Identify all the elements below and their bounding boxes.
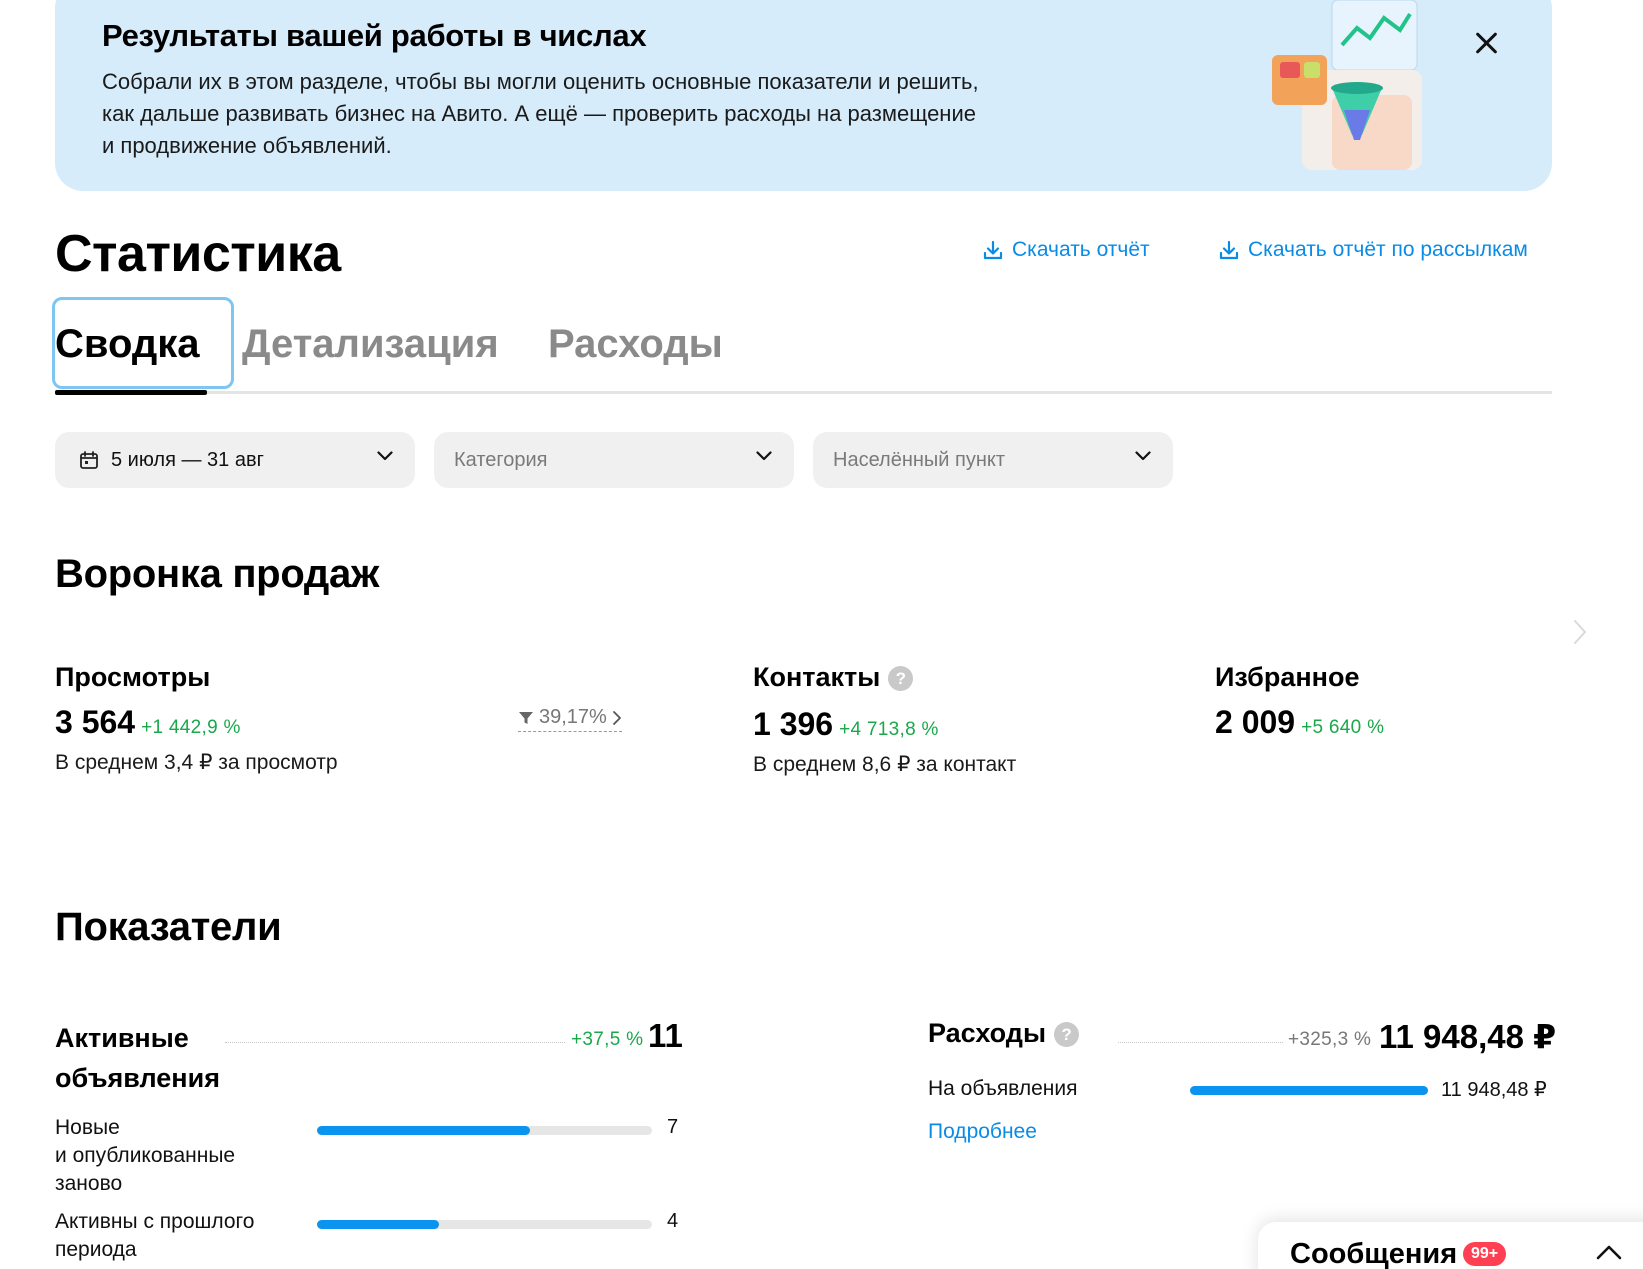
bar-label-line: Активны с прошлого (55, 1210, 255, 1233)
download-icon (983, 240, 1003, 260)
city-placeholder: Населённый пункт (833, 449, 1006, 471)
stats-tabs: Сводка Детализация Расходы (52, 297, 1552, 395)
period-value: 5 июля — 31 авг (111, 449, 264, 471)
bar-label-line: периода (55, 1238, 137, 1261)
banner-text: Собрали их в этом разделе, чтобы вы могл… (102, 66, 1082, 162)
favorites-title: Избранное (1215, 662, 1360, 692)
contacts-value: 1 396 (753, 706, 834, 742)
chevron-right-icon[interactable] (1572, 618, 1588, 646)
tabs-divider (55, 391, 1552, 394)
filter-icon (519, 711, 533, 724)
active-tab-indicator (55, 390, 207, 395)
chevron-down-icon (756, 451, 772, 461)
active-ads-title-line: объявления (55, 1063, 220, 1093)
banner-text-line: Собрали их в этом разделе, чтобы вы могл… (102, 69, 979, 94)
unread-badge: 99+ (1463, 1242, 1507, 1266)
ads-expenses-label: На объявления (928, 1077, 1078, 1100)
funnel-title: Воронка продаж (55, 552, 380, 596)
ads-expenses-value: 11 948,48 ₽ (1441, 1079, 1547, 1101)
expenses-value: 11 948,48 ₽ (1379, 1018, 1557, 1055)
expenses-title: Расходы (928, 1018, 1047, 1048)
contacts-delta: +4 713,8 % (839, 719, 939, 740)
dotted-leader (225, 1042, 565, 1043)
carried-ads-bar (317, 1220, 652, 1229)
active-ads-delta: +37,5 % (571, 1029, 644, 1050)
download-report-label: Скачать отчёт (1012, 238, 1150, 261)
chevron-up-icon[interactable] (1596, 1244, 1622, 1260)
help-icon[interactable]: ? (1054, 1022, 1080, 1048)
carried-ads-label: Активны с прошлого периода (55, 1208, 254, 1264)
expenses-title-row: Расходы? (928, 1018, 1080, 1049)
page-title: Статистика (55, 225, 341, 283)
views-value-row: 3 564 +1 442,9 % (55, 704, 241, 741)
new-ads-bar-fill (317, 1126, 531, 1135)
messages-title: Сообщения (1290, 1238, 1458, 1269)
chevron-down-icon (1135, 451, 1151, 461)
metrics-title: Показатели (55, 905, 282, 949)
contacts-average: В среднем 8,6 ₽ за контакт (753, 753, 1017, 776)
tab-expenses[interactable]: Расходы (548, 322, 723, 367)
chevron-right-icon (612, 710, 621, 725)
download-mailing-report-label: Скачать отчёт по рассылкам (1248, 238, 1528, 261)
city-select[interactable]: Населённый пункт (813, 432, 1173, 488)
views-value: 3 564 (55, 704, 136, 740)
contacts-value-row: 1 396 +4 713,8 % (753, 706, 939, 743)
new-ads-label: Новые и опубликованные заново (55, 1114, 235, 1198)
calendar-icon (80, 451, 98, 469)
active-ads-title-line: Активные (55, 1023, 189, 1053)
carried-ads-value: 4 (667, 1210, 679, 1232)
carried-ads-bar-fill (317, 1220, 439, 1229)
active-ads-value: 11 (648, 1017, 683, 1054)
tab-summary[interactable]: Сводка (55, 322, 200, 367)
bar-label-line: Новые (55, 1116, 120, 1139)
expenses-delta: +325,3 % (1288, 1029, 1372, 1050)
download-report-link[interactable]: Скачать отчёт (982, 238, 1150, 262)
banner-text-line: и продвижение объявлений. (102, 133, 392, 158)
banner-title: Результаты вашей работы в числах (102, 18, 647, 53)
contacts-title: Контакты (753, 662, 881, 692)
views-title: Просмотры (55, 662, 211, 692)
download-icon (1219, 240, 1239, 260)
category-placeholder: Категория (454, 449, 548, 471)
views-conversion[interactable]: 39,17% (518, 706, 622, 732)
ads-expenses-bar-fill (1190, 1086, 1428, 1095)
help-icon[interactable]: ? (888, 666, 914, 692)
tab-details[interactable]: Детализация (242, 322, 499, 367)
new-ads-value: 7 (667, 1116, 679, 1138)
conversion-value: 39,17% (539, 706, 607, 728)
category-select[interactable]: Категория (434, 432, 794, 488)
close-icon[interactable] (1468, 26, 1504, 62)
statistics-illustration (1272, 0, 1422, 170)
favorites-value-row: 2 009 +5 640 % (1215, 704, 1384, 741)
period-select[interactable]: 5 июля — 31 авг (55, 432, 415, 488)
contacts-title-row: Контакты? (753, 662, 914, 693)
favorites-delta: +5 640 % (1301, 717, 1385, 738)
dotted-leader (1118, 1042, 1283, 1043)
views-average: В среднем 3,4 ₽ за просмотр (55, 751, 338, 774)
bar-label-line: заново (55, 1172, 123, 1195)
active-ads-title: Активные объявления (55, 1018, 220, 1098)
views-delta: +1 442,9 % (141, 717, 241, 738)
ads-expenses-bar (1190, 1086, 1428, 1095)
banner-text-line: как дальше развивать бизнес на Авито. А … (102, 101, 976, 126)
messages-widget[interactable]: Сообщения 99+ (1258, 1222, 1643, 1269)
download-mailing-report-link[interactable]: Скачать отчёт по рассылкам (1218, 238, 1528, 262)
favorites-value: 2 009 (1215, 704, 1296, 740)
more-details-link[interactable]: Подробнее (928, 1120, 1037, 1144)
new-ads-bar (317, 1126, 652, 1135)
bar-label-line: и опубликованные (55, 1144, 236, 1167)
chevron-down-icon (377, 451, 393, 461)
